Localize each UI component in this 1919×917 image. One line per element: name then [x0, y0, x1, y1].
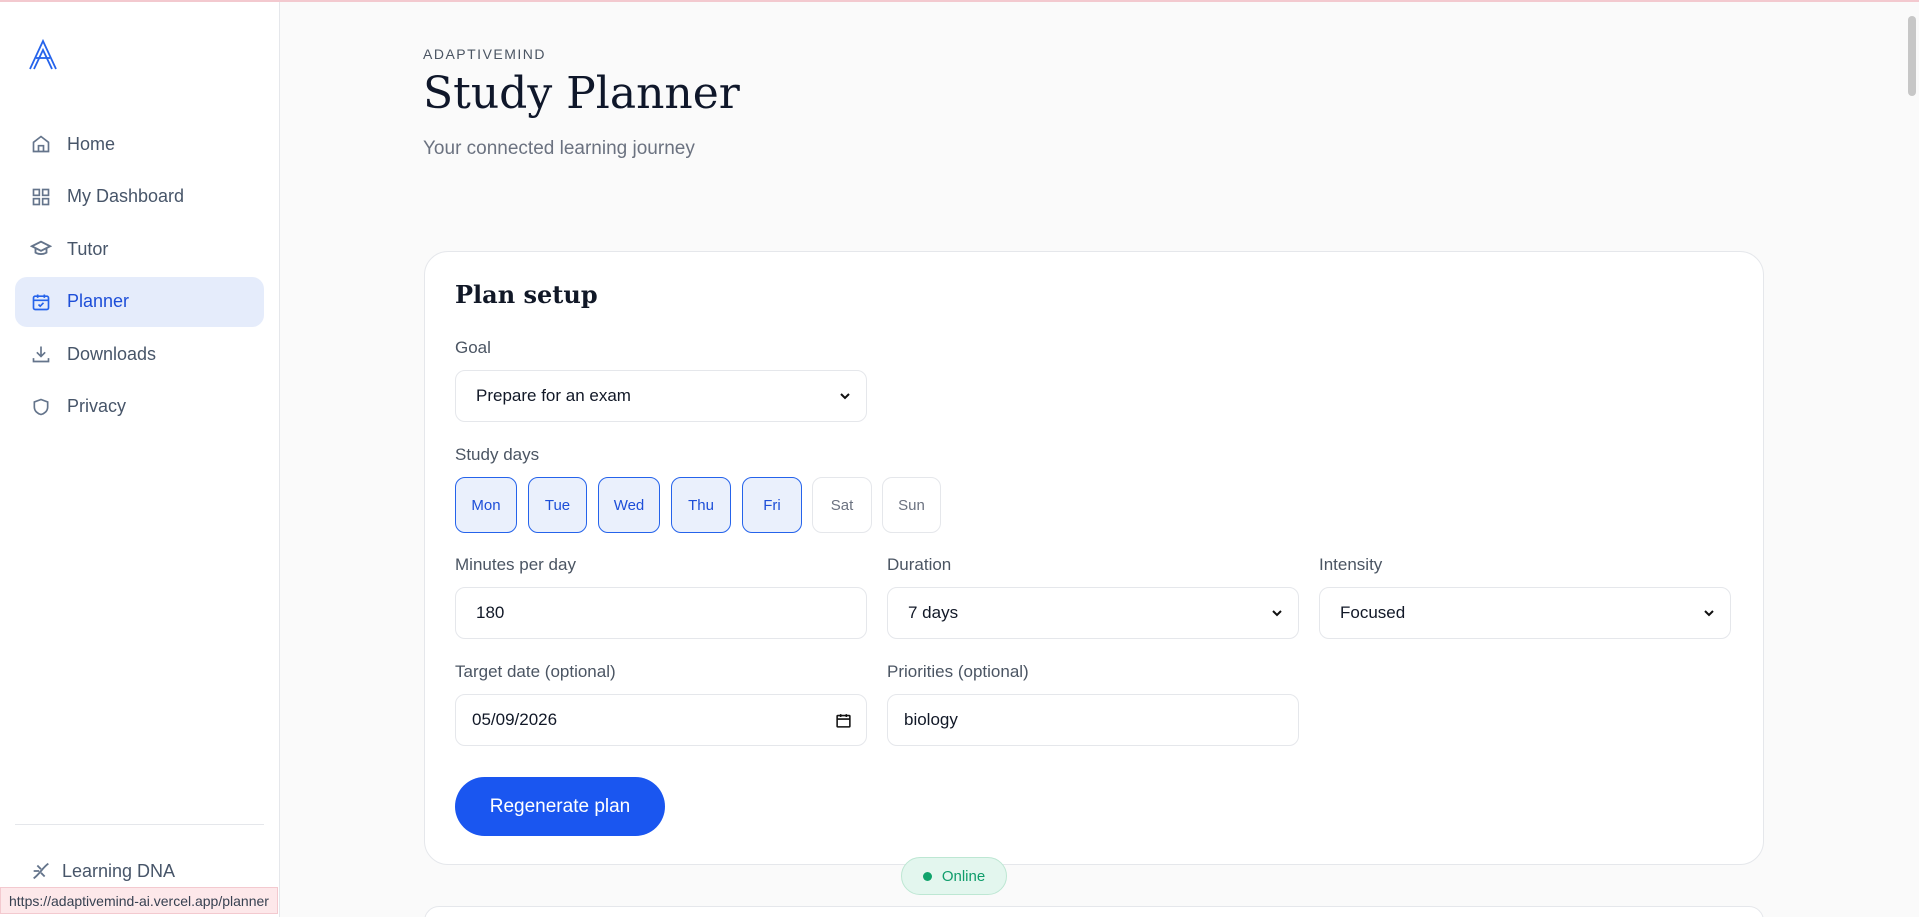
calendar-icon[interactable]	[835, 712, 852, 729]
day-toggle-thu[interactable]: Thu	[671, 477, 731, 533]
minutes-input[interactable]: 180	[455, 587, 867, 639]
priorities-value: biology	[904, 710, 958, 729]
chevron-down-icon	[840, 393, 850, 400]
sidebar-item-label: My Dashboard	[67, 186, 185, 206]
sidebar-item-planner[interactable]: Planner	[15, 276, 264, 327]
chevron-down-icon	[1272, 610, 1282, 617]
minutes-value: 180	[476, 603, 505, 622]
sidebar-item-downloads[interactable]: Downloads	[15, 329, 264, 379]
target-date-input[interactable]: 05/09/2026	[455, 694, 867, 746]
intensity-select[interactable]: Focused	[1319, 587, 1731, 639]
sidebar-item-home[interactable]: Home	[15, 119, 264, 169]
minutes-label: Minutes per day	[455, 555, 576, 574]
day-toggle-mon[interactable]: Mon	[455, 477, 517, 533]
brand-label: ADAPTIVEMIND	[423, 46, 547, 62]
sidebar-item-label: Downloads	[67, 343, 157, 364]
duration-label: Duration	[887, 555, 952, 574]
plan-setup-title: Plan setup	[455, 280, 598, 309]
learning-dna-label: Learning DNA	[62, 860, 176, 881]
day-toggle-wed[interactable]: Wed	[598, 477, 660, 533]
priorities-input[interactable]: biology	[887, 694, 1299, 746]
duration-value: 7 days	[908, 603, 959, 622]
online-status-badge: Online	[901, 857, 1007, 895]
goal-value: Prepare for an exam	[476, 386, 631, 405]
regenerate-plan-button[interactable]: Regenerate plan	[455, 777, 665, 836]
page-title: Study Planner	[423, 68, 740, 119]
day-toggle-fri[interactable]: Fri	[742, 477, 802, 533]
status-dot-icon	[922, 871, 932, 881]
sidebar-item-label: Tutor	[67, 238, 109, 259]
day-toggle-sat[interactable]: Sat	[812, 477, 872, 533]
study-days-label: Study days	[455, 445, 540, 464]
intensity-value: Focused	[1340, 603, 1406, 622]
sidebar-divider	[15, 824, 264, 825]
sidebar-item-label: Privacy	[67, 396, 127, 416]
download-icon	[30, 343, 52, 365]
dashboard-icon	[30, 186, 52, 208]
page-scrollbar[interactable]	[1904, 2, 1919, 917]
goal-select[interactable]: Prepare for an exam	[455, 370, 867, 422]
target-date-value: 05/09/2026	[472, 710, 558, 729]
next-card-edge	[424, 906, 1764, 917]
window-top-border	[0, 0, 1919, 2]
sidebar-item-label: Home	[67, 133, 116, 154]
duration-select[interactable]: 7 days	[887, 587, 1299, 639]
calendar-check-icon	[30, 291, 52, 313]
sidebar-item-privacy[interactable]: Privacy	[15, 382, 264, 432]
browser-status-url: https://adaptivemind-ai.vercel.app/plann…	[0, 887, 278, 914]
scrollbar-thumb[interactable]	[1908, 16, 1916, 96]
intensity-label: Intensity	[1319, 555, 1383, 574]
target-date-label: Target date (optional)	[455, 662, 616, 681]
priorities-label: Priorities (optional)	[887, 662, 1029, 681]
dna-icon	[33, 862, 49, 880]
app-logo-icon[interactable]	[26, 38, 60, 72]
day-toggle-sun[interactable]: Sun	[882, 477, 941, 533]
sidebar-nav: Home My Dashboard Tutor Planner Download…	[15, 119, 264, 434]
home-icon	[30, 133, 52, 155]
sidebar-item-dashboard[interactable]: My Dashboard	[15, 172, 264, 222]
shield-icon	[30, 396, 52, 418]
sidebar-item-learning-dna[interactable]: Learning DNA	[30, 860, 175, 882]
day-toggle-tue[interactable]: Tue	[528, 477, 587, 533]
chevron-down-icon	[1704, 610, 1714, 617]
plan-setup-card: Plan setup Goal Prepare for an exam Stud…	[424, 251, 1764, 865]
sidebar-item-tutor[interactable]: Tutor	[15, 224, 264, 274]
sidebar: Home My Dashboard Tutor Planner Download…	[0, 2, 280, 917]
goal-label: Goal	[455, 338, 491, 357]
sidebar-item-label: Planner	[67, 291, 130, 311]
online-label: Online	[941, 867, 986, 885]
page-subtitle: Your connected learning journey	[423, 138, 695, 159]
graduation-cap-icon	[30, 238, 52, 260]
